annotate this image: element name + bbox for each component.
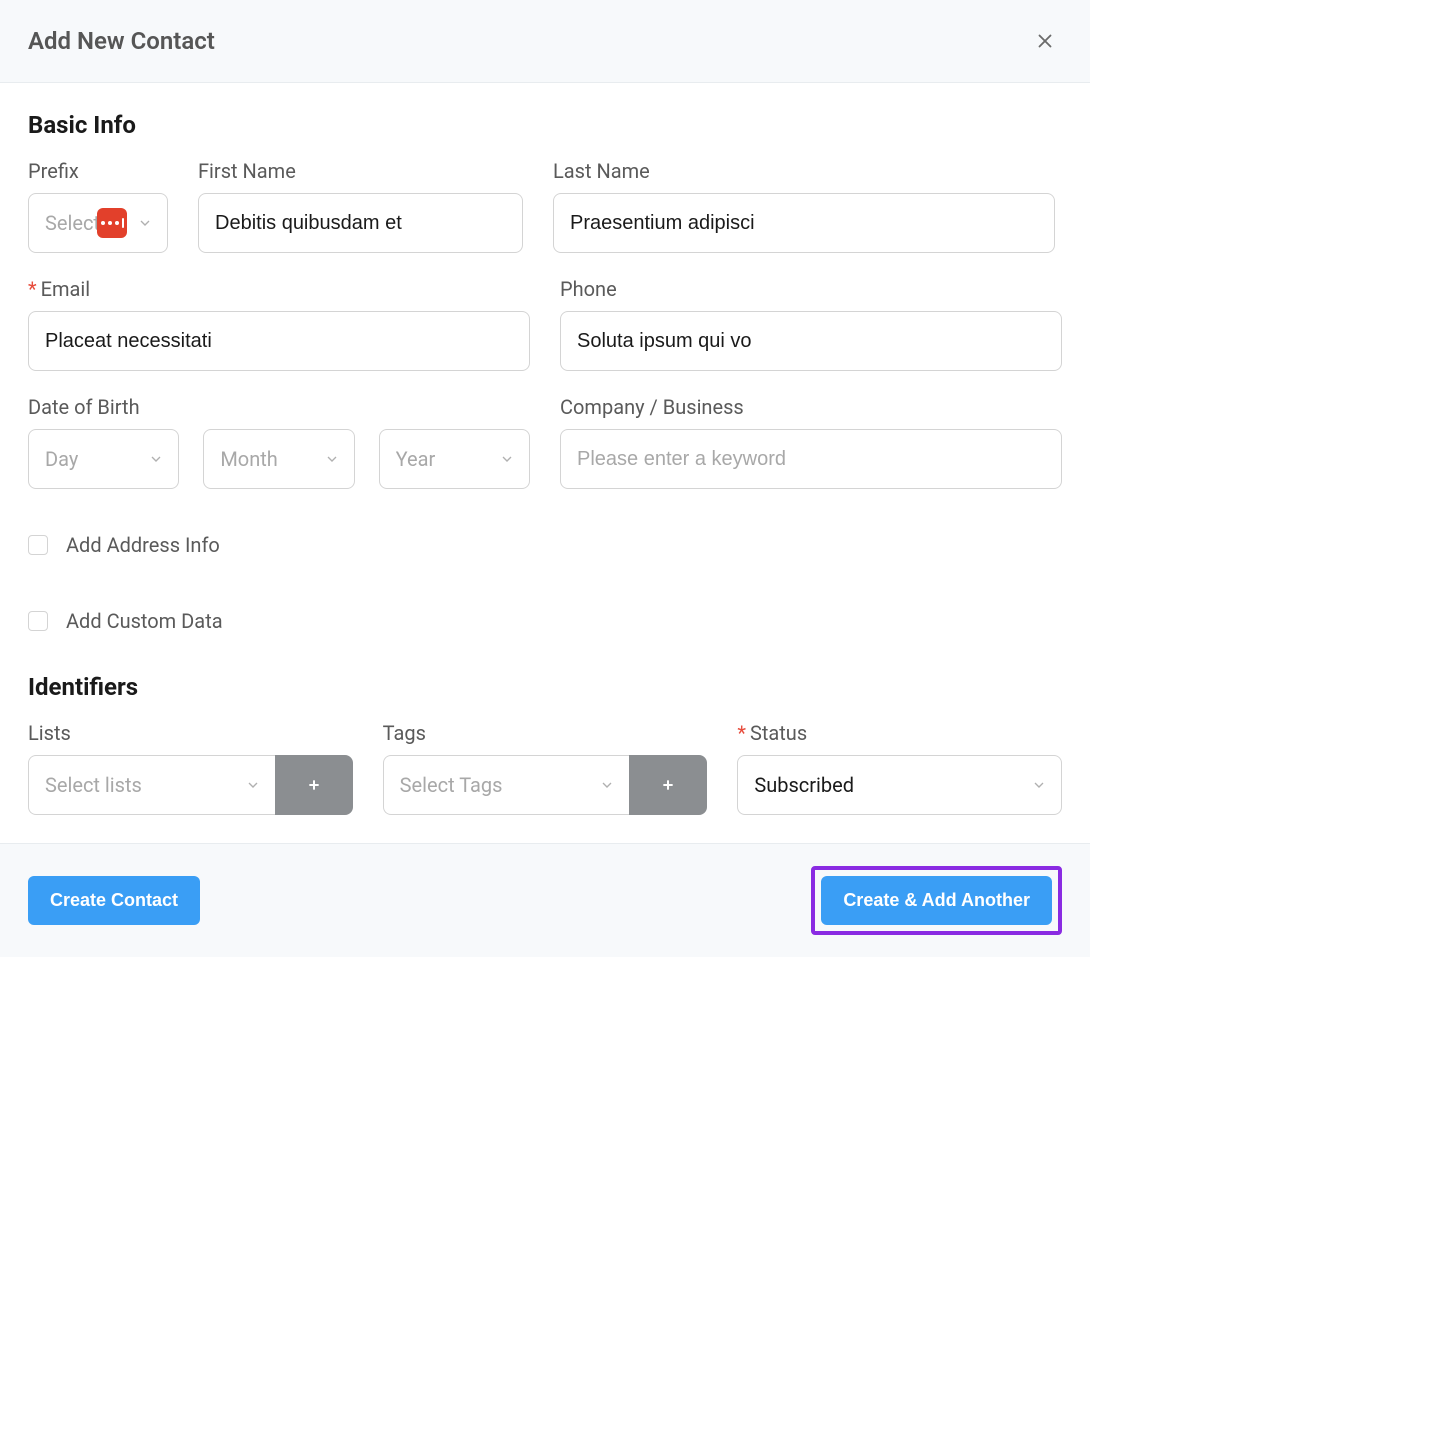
chevron-down-icon [137,215,153,231]
chevron-down-icon [245,777,261,793]
prefix-placeholder: Select [45,211,100,235]
add-tag-button[interactable] [629,755,707,815]
modal-title: Add New Contact [28,27,215,55]
password-manager-icon[interactable] [97,208,127,238]
plus-icon [660,777,676,793]
status-label: *Status [737,721,1062,745]
lists-label: Lists [28,721,353,745]
last-name-input[interactable] [553,193,1055,253]
chevron-down-icon [499,451,515,467]
tags-label: Tags [383,721,708,745]
add-address-label[interactable]: Add Address Info [66,533,220,557]
add-address-row: Add Address Info [28,533,1062,557]
add-list-button[interactable] [275,755,353,815]
chevron-down-icon [1031,777,1047,793]
plus-icon [306,777,322,793]
lists-group: Lists Select lists [28,721,353,815]
last-name-group: Last Name [553,159,1055,253]
add-contact-modal: Add New Contact Basic Info Prefix Select [0,0,1090,957]
dob-month-select[interactable]: Month [203,429,354,489]
close-button[interactable] [1028,24,1062,58]
first-name-label: First Name [198,159,523,183]
last-name-label: Last Name [553,159,1055,183]
first-name-group: First Name [198,159,523,253]
email-group: *Email [28,277,530,371]
chevron-down-icon [324,451,340,467]
modal-header: Add New Contact [0,0,1090,83]
basic-info-title: Basic Info [28,111,1062,139]
prefix-label: Prefix [28,159,168,183]
dob-label: Date of Birth [28,395,530,419]
close-icon [1034,30,1056,52]
add-custom-label[interactable]: Add Custom Data [66,609,223,633]
status-group: *Status Subscribed [737,721,1062,815]
highlight-annotation: Create & Add Another [811,866,1062,935]
create-contact-button[interactable]: Create Contact [28,876,200,925]
prefix-select[interactable]: Select [28,193,168,253]
dob-group: Date of Birth Day Month Year [28,395,530,489]
add-address-checkbox[interactable] [28,535,48,555]
dob-year-select[interactable]: Year [379,429,530,489]
phone-input[interactable] [560,311,1062,371]
first-name-input[interactable] [198,193,523,253]
modal-body: Basic Info Prefix Select First Name Last… [0,83,1090,843]
dob-day-select[interactable]: Day [28,429,179,489]
identifiers-section: Identifiers Lists Select lists [28,673,1062,815]
email-input[interactable] [28,311,530,371]
company-label: Company / Business [560,395,1062,419]
chevron-down-icon [599,777,615,793]
prefix-group: Prefix Select [28,159,168,253]
status-select[interactable]: Subscribed [737,755,1062,815]
identifiers-title: Identifiers [28,673,1062,701]
modal-footer: Create Contact Create & Add Another [0,843,1090,957]
add-custom-row: Add Custom Data [28,609,1062,633]
company-group: Company / Business [560,395,1062,489]
lists-select[interactable]: Select lists [28,755,275,815]
add-custom-checkbox[interactable] [28,611,48,631]
create-add-another-button[interactable]: Create & Add Another [821,876,1052,925]
phone-group: Phone [560,277,1062,371]
tags-group: Tags Select Tags [383,721,708,815]
email-label: *Email [28,277,530,301]
phone-label: Phone [560,277,1062,301]
chevron-down-icon [148,451,164,467]
company-input[interactable] [560,429,1062,489]
tags-select[interactable]: Select Tags [383,755,630,815]
